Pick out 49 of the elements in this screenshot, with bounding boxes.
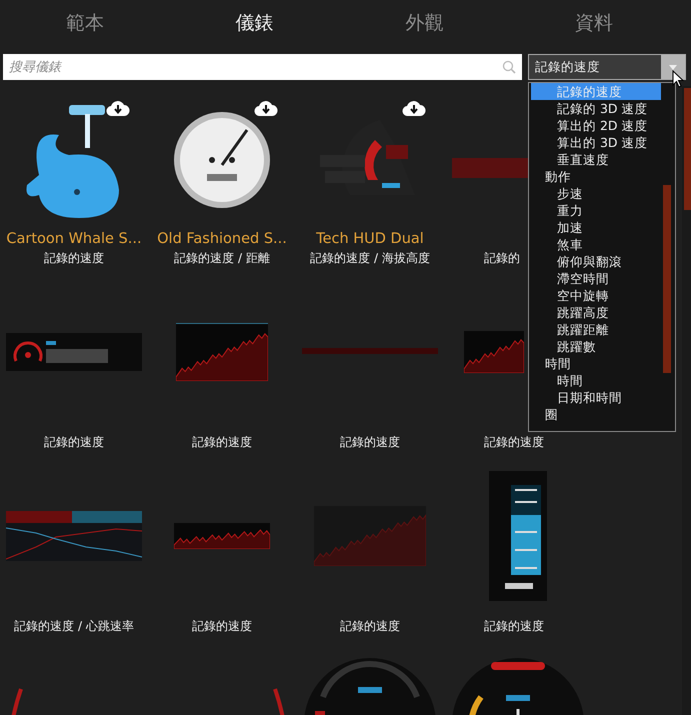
tab[interactable]: 外觀 [399,9,450,37]
dropdown-option[interactable]: 加速 [531,219,661,236]
search-field[interactable]: 搜尋儀錶 [3,54,522,80]
dropdown-option[interactable]: 空中旋轉 [531,287,661,304]
group-header: 動作 [544,168,572,185]
category-dropdown[interactable]: 記錄的速度 [528,54,686,80]
dropdown-option[interactable]: 垂直速度 [531,151,661,168]
gauge-data-type: 記錄的速度 / 距離 [174,250,270,267]
gauge-data-type: 記錄的速度 [44,434,104,451]
scrollbar[interactable] [682,86,691,715]
gauge-data-type: 記錄的速度 [44,250,104,267]
gauge-title: Tech HUD Dual [316,231,424,247]
gauge-data-type: 記錄的速度 [484,434,544,451]
dropdown-option[interactable]: 算出的 2D 速度 [531,117,661,134]
tab[interactable]: 儀錶 [230,9,280,37]
dropdown-option[interactable]: 跳躍距離 [531,321,661,338]
group-header: 時間 [544,355,572,372]
dropdown-option[interactable]: 跳躍高度 [531,304,661,321]
dropdown-option[interactable]: 時間 [531,372,661,389]
cloud-download-icon[interactable] [106,99,130,117]
dropdown-option[interactable]: 記錄的 3D 速度 [531,100,661,117]
scrollbar-thumb[interactable] [663,185,671,373]
cursor-icon [672,70,684,88]
gauge-data-type: 記錄的速度 [192,618,252,635]
dropdown-option[interactable]: 跳躍數 [531,338,661,355]
gauge-data-type: 記錄的速度 [340,434,400,451]
dropdown-option[interactable]: 步速 [531,185,661,202]
gauge-title: Old Fashioned S... [157,231,287,247]
dropdown-option[interactable]: 煞車 [531,236,661,253]
gauge-data-type: 記錄的速度 / 心跳速率 [14,618,134,635]
area-chart-drawing [464,331,524,373]
search-icon [502,60,516,74]
gauge-data-type: 記錄的速度 [484,618,544,635]
dropdown-option[interactable]: 日期和時間 [531,389,661,406]
tab[interactable]: 資料 [569,9,620,37]
gauge-title: Cartoon Whale S... [6,231,142,247]
gauge-data-type: 記錄的速度 / 海拔高度 [310,250,430,267]
tab[interactable]: 範本 [60,9,110,37]
gauge-data-type: 記錄的 [484,250,520,267]
gauge-data-type: 記錄的速度 [340,618,400,635]
dropdown-option[interactable]: 滯空時間 [531,270,661,287]
cloud-download-icon[interactable] [402,99,426,117]
dropdown-option[interactable]: 俯仰與翻滾 [531,253,661,270]
dropdown-option[interactable]: 重力 [531,202,661,219]
caret-icon [669,64,677,70]
group-header: 圈 [544,406,559,423]
gauge-data-type: 記錄的速度 [192,434,252,451]
cloud-download-icon[interactable] [254,99,278,117]
dropdown-option[interactable]: 算出的 3D 速度 [531,134,661,151]
